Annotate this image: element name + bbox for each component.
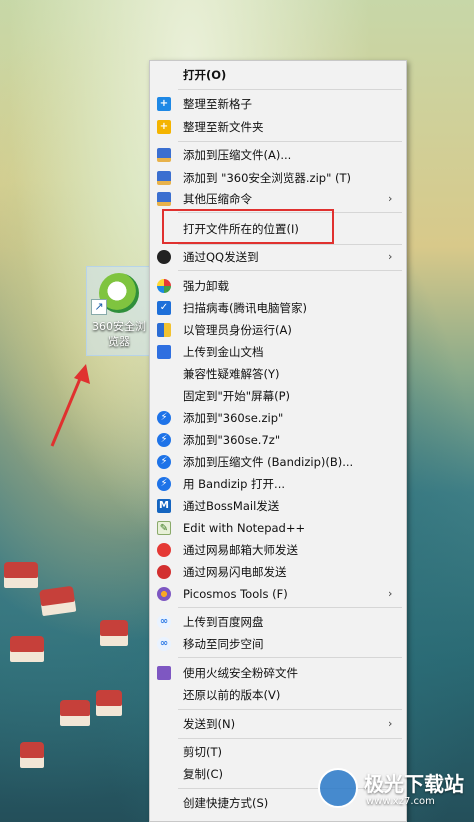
menu-separator	[178, 141, 402, 142]
menu-separator	[178, 89, 402, 90]
kingsoft-docs-icon	[157, 345, 171, 359]
watermark-url: www.xz7.com	[366, 796, 435, 807]
submenu-arrow-icon: ›	[388, 587, 393, 600]
submenu-arrow-icon: ›	[388, 250, 393, 263]
menu-item-add-to-zip[interactable]: 添加到 "360安全浏览器.zip" (T)	[150, 167, 406, 189]
menu-item-add-360se-7z[interactable]: ⚡ 添加到"360se.7z"	[150, 429, 406, 451]
uac-shield-icon	[157, 323, 171, 337]
menu-item-open-bandizip[interactable]: ⚡ 用 Bandizip 打开...	[150, 473, 406, 495]
plus-icon: +	[157, 97, 171, 111]
context-menu: 打开(O) + 整理至新格子 + 整理至新文件夹 添加到压缩文件(A)... 添…	[149, 60, 407, 822]
menu-separator	[178, 657, 402, 658]
menu-item-edit-notepad[interactable]: ✎ Edit with Notepad++	[150, 517, 406, 539]
bandizip-icon: ⚡	[157, 477, 171, 491]
menu-item-send-netease-flash[interactable]: 通过网易闪电邮发送	[150, 561, 406, 583]
uninstall-icon	[157, 279, 171, 293]
bandizip-icon: ⚡	[157, 433, 171, 447]
menu-item-move-sync[interactable]: ∞ 移动至同步空间	[150, 633, 406, 655]
qq-penguin-icon	[157, 250, 171, 264]
menu-item-send-netease-master[interactable]: 通过网易邮箱大师发送	[150, 539, 406, 561]
menu-item-organize-new-grid[interactable]: + 整理至新格子	[150, 93, 406, 115]
menu-separator	[178, 270, 402, 271]
submenu-arrow-icon: ›	[388, 192, 393, 205]
shredder-icon	[157, 666, 171, 680]
watermark: 极光下载站 www.xz7.com	[318, 764, 468, 818]
winrar-archive-icon	[157, 171, 171, 185]
shortcut-arrow-icon: ↗	[91, 299, 107, 315]
picosmos-icon	[157, 587, 171, 601]
watermark-logo-icon	[318, 768, 358, 808]
folder-plus-icon: +	[157, 120, 171, 134]
menu-item-organize-new-folder[interactable]: + 整理至新文件夹	[150, 116, 406, 138]
submenu-arrow-icon: ›	[388, 717, 393, 730]
menu-item-restore-previous[interactable]: 还原以前的版本(V)	[150, 684, 406, 706]
menu-item-add-to-archive[interactable]: 添加到压缩文件(A)...	[150, 144, 406, 166]
desktop-shortcut-360-browser[interactable]: ↗ 360安全浏览器	[86, 266, 152, 356]
highlight-box	[162, 209, 334, 244]
winrar-archive-icon	[157, 148, 171, 162]
notepad-plus-plus-icon: ✎	[157, 521, 171, 535]
menu-item-huorong-shred[interactable]: 使用火绒安全粉碎文件	[150, 662, 406, 684]
menu-separator	[178, 709, 402, 710]
netease-flash-mail-icon	[157, 565, 171, 579]
baidu-netdisk-icon: ∞	[157, 615, 171, 629]
bossmail-icon: M	[157, 499, 171, 513]
menu-item-force-uninstall[interactable]: 强力卸载	[150, 275, 406, 297]
menu-item-send-to[interactable]: 发送到(N) ›	[150, 713, 406, 735]
menu-item-upload-kingsoft[interactable]: 上传到金山文档	[150, 341, 406, 363]
annotation-arrow	[50, 364, 90, 447]
menu-item-open[interactable]: 打开(O)	[150, 64, 406, 86]
menu-item-add-360se-zip[interactable]: ⚡ 添加到"360se.zip"	[150, 407, 406, 429]
menu-item-add-bandizip[interactable]: ⚡ 添加到压缩文件 (Bandizip)(B)...	[150, 451, 406, 473]
menu-separator	[178, 738, 402, 739]
bandizip-icon: ⚡	[157, 411, 171, 425]
menu-item-cut[interactable]: 剪切(T)	[150, 741, 406, 763]
baidu-netdisk-icon: ∞	[157, 637, 171, 651]
menu-item-upload-baidu[interactable]: ∞ 上传到百度网盘	[150, 611, 406, 633]
menu-item-run-as-admin[interactable]: 以管理员身份运行(A)	[150, 319, 406, 341]
menu-item-other-compress[interactable]: 其他压缩命令 ›	[150, 188, 406, 210]
menu-separator	[178, 244, 402, 245]
netease-mail-master-icon	[157, 543, 171, 557]
desktop-icon-label: 360安全浏览器	[92, 320, 146, 348]
menu-item-send-via-qq[interactable]: 通过QQ发送到 ›	[150, 246, 406, 268]
menu-item-scan-virus[interactable]: ✓ 扫描病毒(腾讯电脑管家)	[150, 297, 406, 319]
menu-item-picosmos[interactable]: Picosmos Tools (F) ›	[150, 583, 406, 605]
menu-separator	[178, 607, 402, 608]
bandizip-icon: ⚡	[157, 455, 171, 469]
menu-item-compat-troubleshoot[interactable]: 兼容性疑难解答(Y)	[150, 363, 406, 385]
winrar-archive-icon	[157, 192, 171, 206]
watermark-title: 极光下载站	[364, 772, 464, 796]
menu-item-pin-start[interactable]: 固定到"开始"屏幕(P)	[150, 385, 406, 407]
shield-icon: ✓	[157, 301, 171, 315]
menu-item-send-bossmail[interactable]: M 通过BossMail发送	[150, 495, 406, 517]
